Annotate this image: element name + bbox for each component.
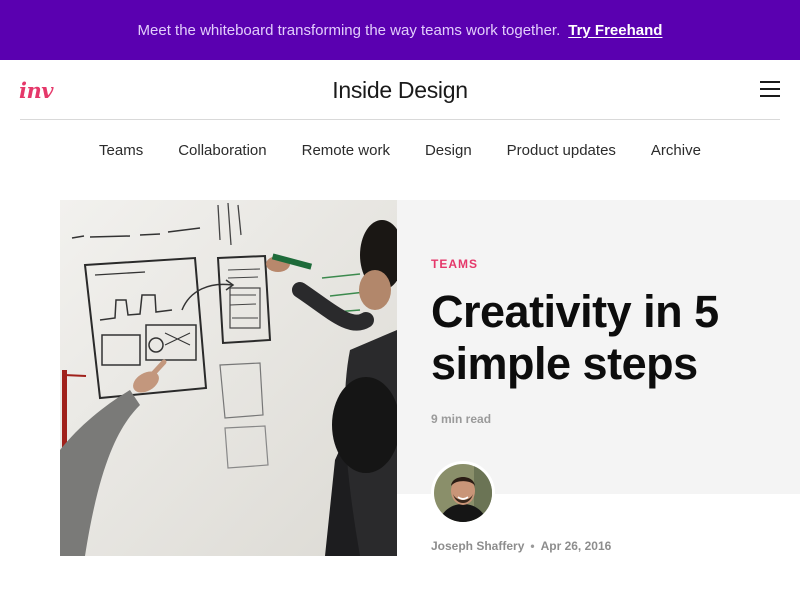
nav-item-design[interactable]: Design: [425, 142, 472, 159]
nav-item-remote-work[interactable]: Remote work: [302, 142, 390, 159]
article-title[interactable]: Creativity in 5 simple steps: [431, 286, 771, 390]
read-time: 9 min read: [431, 412, 492, 426]
article-category-link[interactable]: TEAMS: [431, 257, 478, 271]
article-hero-image[interactable]: [60, 200, 397, 556]
author-name[interactable]: Joseph Shaffery: [431, 539, 524, 553]
nav-item-product-updates[interactable]: Product updates: [507, 142, 616, 159]
site-title[interactable]: Inside Design: [0, 77, 800, 104]
site-header: inv Inside Design: [0, 60, 800, 120]
author-avatar[interactable]: [431, 461, 495, 525]
author-portrait: [434, 464, 492, 522]
publish-date: Apr 26, 2016: [540, 539, 612, 553]
article-byline: Joseph Shaffery • Apr 26, 2016: [431, 539, 611, 553]
try-freehand-link[interactable]: Try Freehand: [568, 22, 662, 39]
byline-separator: •: [530, 539, 535, 553]
nav-item-teams[interactable]: Teams: [99, 142, 143, 159]
promo-banner: Meet the whiteboard transforming the way…: [0, 0, 800, 60]
nav-item-collaboration[interactable]: Collaboration: [178, 142, 266, 159]
menu-bar: [760, 81, 780, 83]
whiteboard-photo: [60, 200, 397, 556]
nav-item-archive[interactable]: Archive: [651, 142, 701, 159]
hamburger-menu-icon[interactable]: [760, 80, 780, 98]
menu-bar: [760, 88, 780, 90]
promo-message: Meet the whiteboard transforming the way…: [137, 21, 561, 39]
category-nav: Teams Collaboration Remote work Design P…: [0, 120, 800, 180]
menu-bar: [760, 95, 780, 97]
